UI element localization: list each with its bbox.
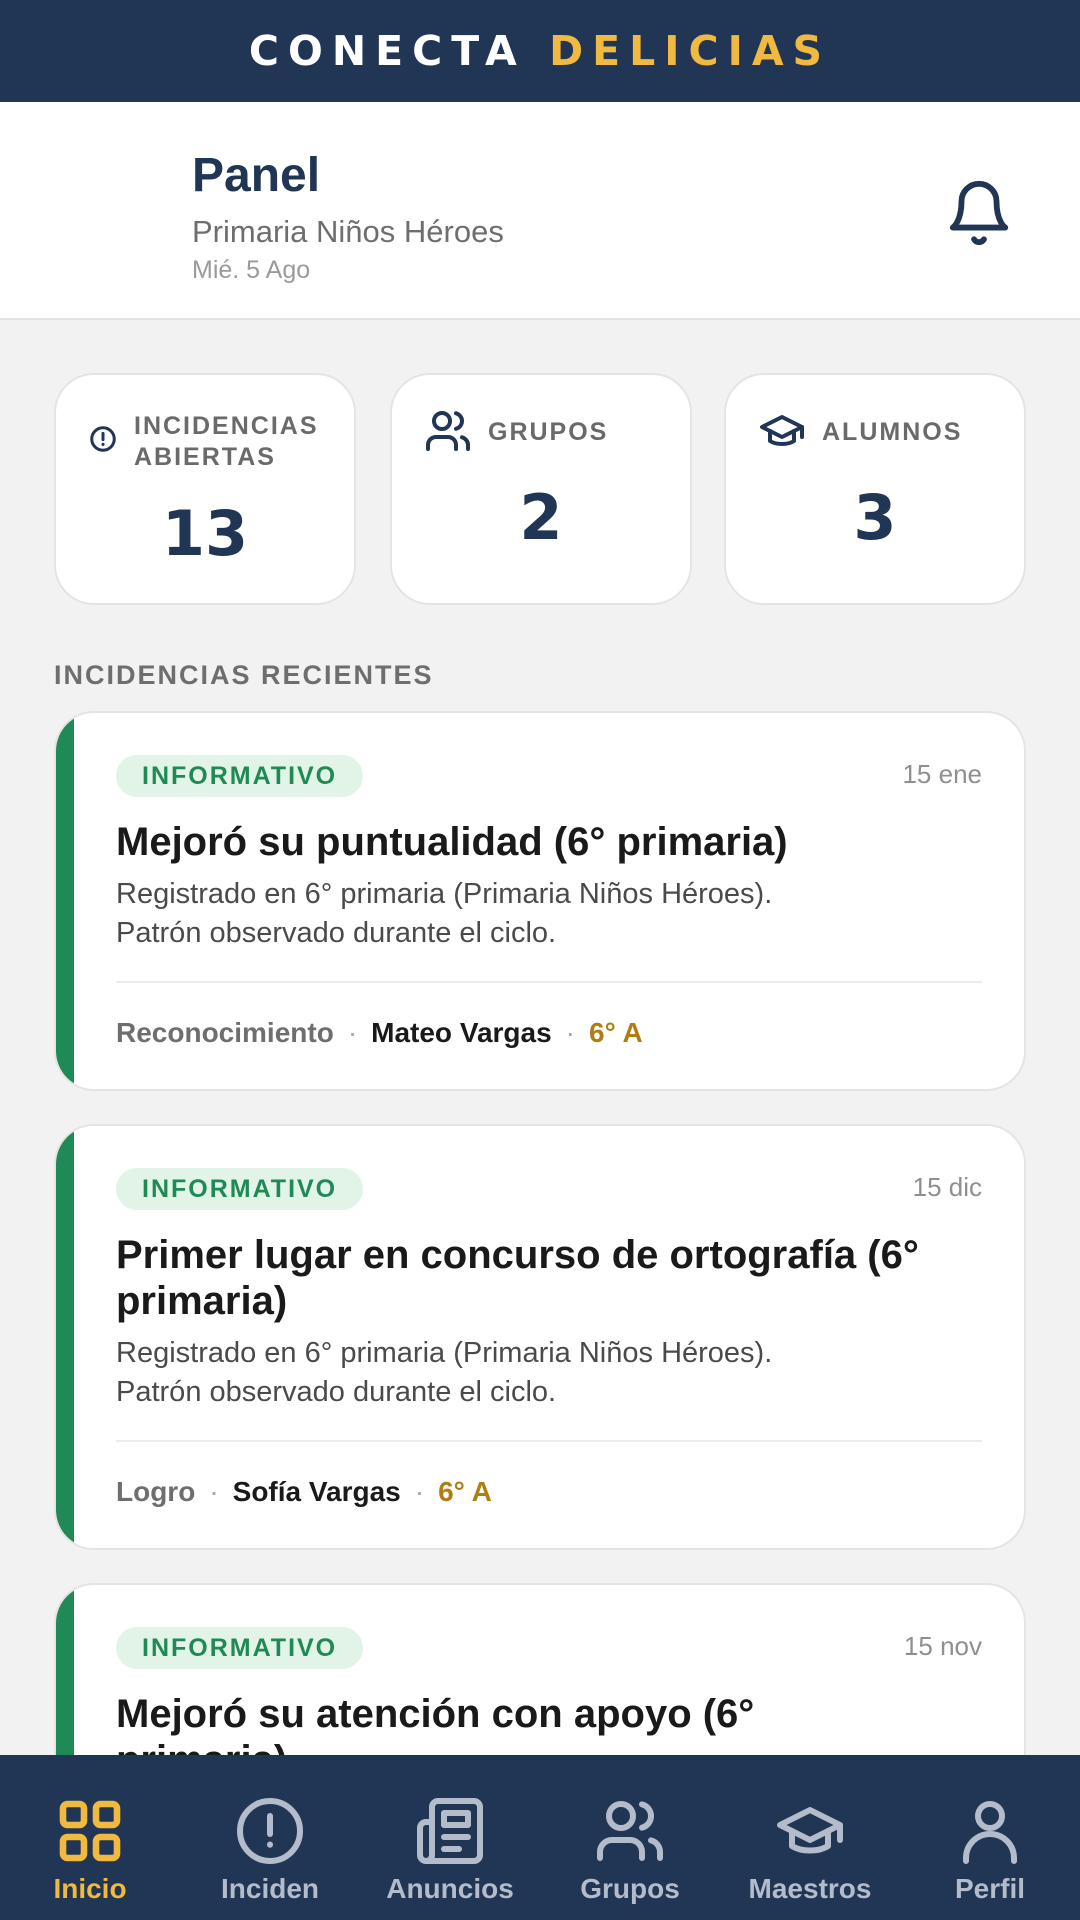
stat-value: 13	[161, 497, 249, 570]
student-group: 6° A	[589, 1017, 643, 1048]
app-brand: CONECTA DELICIAS	[249, 27, 831, 75]
alert-circle-icon	[237, 1798, 303, 1864]
incident-meta: Reconocimiento · Mateo Vargas · 6° A	[116, 1017, 643, 1049]
newspaper-icon	[417, 1798, 483, 1864]
stat-header: ALUMNOS	[758, 407, 962, 455]
brand-part-2: DELICIAS	[549, 27, 832, 75]
meta-separator: ·	[565, 1017, 575, 1048]
stat-label: GRUPOS	[488, 418, 609, 446]
nav-item-inicio[interactable]: Inicio	[40, 1755, 140, 1920]
person-icon	[963, 1801, 1017, 1864]
nav-item-anuncios[interactable]: Anuncios	[370, 1755, 530, 1920]
nav-label: Inicio	[53, 1873, 127, 1904]
top-brand-bar: CONECTA DELICIAS	[0, 0, 1080, 102]
stat-value: 3	[853, 481, 897, 554]
incident-date: 15 ene	[902, 759, 982, 789]
nav-label: Maestros	[748, 1873, 872, 1904]
incident-category: Reconocimiento	[116, 1017, 334, 1048]
users-icon	[426, 411, 470, 451]
stat-label: ALUMNOS	[822, 418, 963, 446]
card-divider	[116, 1440, 982, 1442]
bell-icon	[949, 180, 1009, 246]
stats-row: INCIDENCIAS ABIERTAS 13 GRUPOS 2 ALUMNOS…	[54, 373, 1026, 605]
card-divider	[116, 981, 982, 983]
stat-label: INCIDENCIAS ABIERTAS	[134, 411, 319, 473]
stat-label-line-2: ABIERTAS	[134, 443, 276, 471]
nav-label: Grupos	[580, 1873, 680, 1904]
brand-part-1: CONECTA	[248, 27, 526, 75]
meta-separator: ·	[414, 1476, 425, 1507]
incident-date: 15 nov	[903, 1631, 982, 1661]
stat-card-open-incidents[interactable]: INCIDENCIAS ABIERTAS 13	[54, 373, 356, 605]
stat-header: GRUPOS	[424, 407, 608, 455]
graduation-cap-icon	[777, 1807, 843, 1854]
stat-card-students[interactable]: ALUMNOS 3	[724, 373, 1026, 605]
incident-card[interactable]: INFORMATIVO 15 ene Mejoró su puntualidad…	[54, 711, 1026, 1091]
description-line-2: Patrón observado durante el ciclo.	[116, 917, 557, 949]
stat-value: 2	[519, 481, 563, 554]
severity-badge: INFORMATIVO	[116, 755, 364, 797]
incident-title: Primer lugar en concurso de ortografía (…	[116, 1233, 919, 1323]
incident-meta: Logro · Sofía Vargas · 6° A	[116, 1476, 492, 1508]
bottom-navigation: Inicio Inciden Anuncios Grupos Maestros …	[0, 1755, 1080, 1920]
description-line-1: Registrado en 6° primaria (Primaria Niño…	[116, 878, 773, 910]
student-name: Mateo Vargas	[371, 1017, 552, 1048]
nav-label: Perfil	[954, 1873, 1026, 1904]
incident-category: Logro	[116, 1476, 196, 1507]
nav-item-perfil[interactable]: Perfil	[930, 1755, 1050, 1920]
notifications-button[interactable]	[944, 178, 1014, 248]
incident-card[interactable]: INFORMATIVO 15 dic Primer lugar en concu…	[54, 1124, 1026, 1550]
nav-item-maestros[interactable]: Maestros	[730, 1755, 890, 1920]
graduation-cap-icon	[760, 415, 804, 446]
users-icon	[597, 1801, 663, 1861]
current-date: Mié. 5 Ago	[192, 256, 311, 284]
incident-title: Mejoró su puntualidad (6° primaria)	[116, 820, 788, 864]
page-title: Panel	[192, 149, 321, 202]
nav-label: Anuncios	[386, 1873, 514, 1904]
stat-card-groups[interactable]: GRUPOS 2	[390, 373, 692, 605]
description-line-1: Registrado en 6° primaria (Primaria Niño…	[116, 1337, 773, 1369]
incident-date: 15 dic	[912, 1172, 982, 1202]
section-label-recent-incidents: INCIDENCIAS RECIENTES	[54, 660, 434, 690]
stat-header: INCIDENCIAS ABIERTAS	[88, 411, 319, 473]
severity-badge: INFORMATIVO	[116, 1168, 364, 1210]
incident-description: Registrado en 6° primaria (Primaria Niño…	[116, 875, 984, 953]
alert-circle-icon	[90, 426, 116, 452]
card-accent-bar	[56, 1126, 74, 1548]
severity-badge: INFORMATIVO	[116, 1627, 364, 1669]
meta-separator: ·	[347, 1017, 358, 1048]
description-line-2: Patrón observado durante el ciclo.	[116, 1376, 557, 1408]
nav-item-incidencias[interactable]: Inciden	[190, 1755, 350, 1920]
incident-description: Registrado en 6° primaria (Primaria Niño…	[116, 1334, 984, 1412]
student-group: 6° A	[438, 1476, 492, 1507]
meta-separator: ·	[209, 1476, 219, 1507]
card-accent-bar	[56, 713, 74, 1089]
school-name: Primaria Niños Héroes	[192, 214, 504, 249]
grid-icon	[59, 1800, 121, 1862]
nav-label: Inciden	[220, 1873, 319, 1904]
nav-item-grupos[interactable]: Grupos	[550, 1755, 710, 1920]
student-name: Sofía Vargas	[232, 1476, 401, 1507]
stat-label-line-1: INCIDENCIAS	[134, 412, 319, 440]
page-header: Panel Primaria Niños Héroes Mié. 5 Ago	[0, 102, 1080, 320]
